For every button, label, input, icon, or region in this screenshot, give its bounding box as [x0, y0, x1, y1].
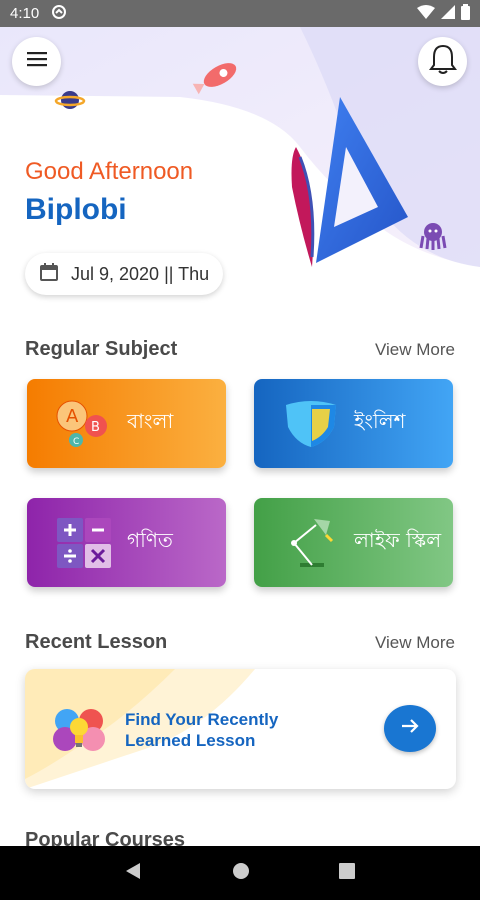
- bell-icon: [428, 43, 458, 80]
- shield-icon: [276, 389, 346, 459]
- notification-button[interactable]: [418, 37, 467, 86]
- menu-button[interactable]: [12, 37, 61, 86]
- user-name: Biplobi: [25, 193, 127, 226]
- lesson-card-text: Find Your Recently Learned Lesson: [125, 709, 365, 751]
- calendar-icon: [39, 262, 59, 287]
- sync-icon: [51, 4, 67, 24]
- subject-card-english[interactable]: ইংলিশ: [254, 379, 453, 468]
- lesson-card-line1: Find Your Recently: [125, 710, 279, 729]
- status-time: 4:10: [10, 5, 40, 22]
- recent-lesson-view-more[interactable]: View More: [375, 633, 455, 653]
- svg-text:C: C: [73, 437, 79, 447]
- svg-text:A: A: [66, 406, 79, 427]
- status-bar: 4:10: [0, 0, 480, 27]
- abc-icon: A B C: [49, 389, 119, 459]
- recents-icon[interactable]: [338, 862, 356, 885]
- desk-lamp-icon: [276, 508, 346, 578]
- back-icon[interactable]: [124, 861, 144, 886]
- subject-card-life-skill[interactable]: লাইফ স্কিল: [254, 498, 453, 587]
- battery-icon: [461, 3, 470, 24]
- recent-lesson-card[interactable]: Find Your Recently Learned Lesson: [25, 669, 456, 789]
- menu-icon: [26, 51, 47, 72]
- recent-lesson-title: Recent Lesson: [25, 631, 168, 653]
- wifi-icon: [417, 4, 435, 23]
- signal-icon: [441, 4, 455, 23]
- date-text: Jul 9, 2020 || Thu: [71, 263, 210, 284]
- home-icon[interactable]: [231, 861, 251, 886]
- system-nav-bar: [0, 846, 480, 900]
- status-icons: [417, 3, 470, 24]
- subject-label: বাংলা: [127, 409, 174, 433]
- subject-label: লাইফ স্কিল: [354, 528, 442, 552]
- subject-card-bangla[interactable]: A B C বাংলা: [27, 379, 226, 468]
- arrow-right-icon: [400, 717, 420, 740]
- regular-subject-view-more[interactable]: View More: [375, 340, 455, 360]
- subject-label: ইংলিশ: [354, 409, 406, 433]
- brain-lightbulb-icon: [49, 703, 109, 762]
- lesson-card-line2: Learned Lesson: [125, 731, 256, 750]
- subject-label: গণিত: [127, 528, 173, 552]
- svg-text:B: B: [91, 420, 100, 435]
- date-chip: Jul 9, 2020 || Thu: [25, 253, 224, 295]
- open-lesson-button[interactable]: [384, 705, 436, 752]
- subject-card-math[interactable]: গণিত: [27, 498, 226, 587]
- greeting-text: Good Afternoon: [25, 158, 194, 185]
- calculator-icon: [49, 508, 119, 578]
- regular-subject-title: Regular Subject: [25, 338, 178, 360]
